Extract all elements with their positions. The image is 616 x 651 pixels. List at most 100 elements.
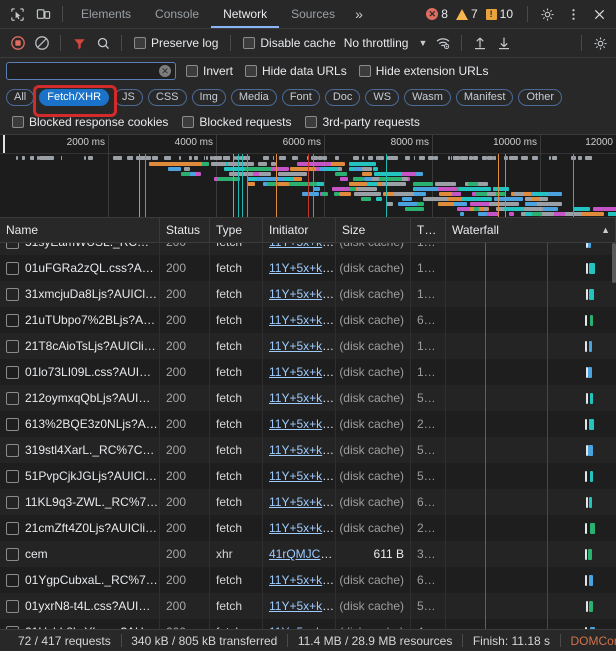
tab-elements[interactable]: Elements — [69, 0, 143, 28]
row-checkbox[interactable] — [6, 287, 19, 301]
throttling-select[interactable]: No throttling ▼ — [344, 36, 432, 50]
initiator-link[interactable]: 11Y+5x+kk… — [269, 417, 335, 431]
blocked-requests-checkbox[interactable]: Blocked requests — [182, 115, 291, 129]
device-toolbar-icon[interactable] — [30, 2, 56, 26]
row-checkbox[interactable] — [6, 495, 19, 509]
column-header-time[interactable]: T… — [411, 218, 446, 242]
third-party-requests-checkbox[interactable]: 3rd-party requests — [305, 115, 420, 129]
table-row[interactable]: 21uTUbpo7%2BLjs?A… 200 fetch 11Y+5x+kk… (dis… — [0, 307, 616, 333]
error-counter[interactable]: ✕ 8 — [426, 7, 448, 21]
clear-filter-icon[interactable]: ✕ — [159, 65, 171, 77]
more-options-icon[interactable] — [560, 2, 586, 26]
table-row[interactable]: 21T8cAioTsLjs?AUIClie… 200 fetch 11Y+5x+kk…… — [0, 333, 616, 359]
filter-pill-wasm[interactable]: Wasm — [404, 88, 451, 106]
filter-button[interactable] — [67, 31, 91, 55]
column-header-name[interactable]: Name — [0, 218, 160, 242]
preserve-log-checkbox[interactable]: Preserve log — [134, 36, 218, 50]
initiator-link[interactable]: 11Y+5x+kk… — [269, 339, 335, 353]
vertical-scrollbar[interactable] — [612, 243, 616, 283]
initiator-link[interactable]: 11Y+5x+kk… — [269, 287, 335, 301]
initiator-link[interactable]: 11Y+5x+kk… — [269, 599, 335, 613]
row-checkbox[interactable] — [6, 521, 19, 535]
row-checkbox[interactable] — [6, 547, 19, 561]
close-icon[interactable] — [586, 2, 612, 26]
filter-input-wrapper[interactable]: ✕ — [6, 62, 176, 80]
filter-pill-manifest[interactable]: Manifest — [455, 88, 514, 106]
table-row[interactable]: 21cmZft4Z0Ljs?AUICli… 200 fetch 11Y+5x+kk…(… — [0, 515, 616, 541]
tab-console[interactable]: Console — [143, 0, 211, 28]
network-settings-icon[interactable] — [588, 31, 612, 55]
row-checkbox[interactable] — [6, 599, 19, 613]
inspect-element-icon[interactable] — [4, 2, 30, 26]
row-checkbox[interactable] — [6, 339, 19, 353]
filter-pill-fetch-xhr[interactable]: Fetch/XHR — [39, 88, 110, 106]
blocked-response-cookies-checkbox[interactable]: Blocked response cookies — [12, 115, 168, 129]
initiator-link[interactable]: 11Y+5x+kk… — [269, 521, 335, 535]
import-har-icon[interactable] — [468, 31, 492, 55]
requests-table-body[interactable]: 51syEamWUSL._RC%7…200fetch11Y+5x+kk…(dis… — [0, 243, 616, 629]
table-row[interactable]: 319stl4XarL._RC%7C01… 200 fetch 11Y+5x+kk…(… — [0, 437, 616, 463]
row-checkbox[interactable] — [6, 469, 19, 483]
column-header-type[interactable]: Type — [210, 218, 263, 242]
export-har-icon[interactable] — [492, 31, 516, 55]
gear-icon[interactable] — [534, 2, 560, 26]
row-checkbox[interactable] — [6, 365, 19, 379]
initiator-link[interactable]: 41rQMJCp… — [269, 547, 335, 561]
row-checkbox[interactable] — [6, 417, 19, 431]
filter-pill-all[interactable]: All — [6, 88, 35, 106]
network-overview-timeline[interactable]: 2000 ms 4000 ms 6000 ms 8000 ms 10000 ms… — [0, 135, 616, 218]
initiator-link[interactable]: 11Y+5x+kk… — [269, 469, 335, 483]
info-counter[interactable]: ! 10 — [485, 7, 513, 21]
initiator-link[interactable]: 11Y+5x+kk… — [269, 391, 335, 405]
filter-pill-other[interactable]: Other — [518, 88, 562, 106]
column-header-initiator[interactable]: Initiator — [263, 218, 336, 242]
initiator-link[interactable]: 11Y+5x+kk… — [269, 243, 335, 249]
clear-button[interactable] — [30, 31, 54, 55]
table-row[interactable]: 01YgpCubxaL._RC%7C… 200 fetch 11Y+5x+kk… (di… — [0, 567, 616, 593]
filter-pill-media[interactable]: Media — [230, 88, 277, 106]
record-button[interactable] — [6, 31, 30, 55]
table-row[interactable]: cem 200 xhr 41rQMJCp… 611 B 3… — [0, 541, 616, 567]
table-row[interactable]: 01lo73LI09L.css?AUICli… 200 fetch 11Y+5x+kk… — [0, 359, 616, 385]
row-checkbox[interactable] — [6, 391, 19, 405]
invert-checkbox[interactable]: Invert — [186, 64, 233, 78]
filter-input[interactable] — [11, 64, 159, 78]
hide-data-urls-checkbox[interactable]: Hide data URLs — [245, 64, 347, 78]
search-button[interactable] — [91, 31, 115, 55]
table-row[interactable]: 31xmcjuDa8Ljs?AUICli… 200 fetch 11Y+5x+kk…(… — [0, 281, 616, 307]
filter-pill-img[interactable]: Img — [191, 88, 226, 106]
column-header-waterfall[interactable]: Waterfall ▲ — [446, 218, 616, 242]
table-row[interactable]: 01yxrN8-t4L.css?AUICl… 200 fetch 11Y+5x+kk…… — [0, 593, 616, 619]
initiator-link[interactable]: 11Y+5x+kk… — [269, 573, 335, 587]
hide-extension-urls-checkbox[interactable]: Hide extension URLs — [358, 64, 488, 78]
network-conditions-icon[interactable] — [431, 31, 455, 55]
table-row[interactable]: 21Uxhb8lwYL.css?AUI…200fetch 11Y+5x+kk…(d… — [0, 619, 616, 629]
column-header-status[interactable]: Status — [160, 218, 210, 242]
filter-pill-doc[interactable]: Doc — [324, 88, 361, 106]
initiator-link[interactable]: 11Y+5x+kk… — [269, 625, 335, 629]
table-row[interactable]: 11KL9q3-ZWL._RC%7C… 200 fetch 11Y+5x+kk… (di… — [0, 489, 616, 515]
initiator-link[interactable]: 11Y+5x+kk… — [269, 495, 335, 509]
table-row[interactable]: 01uFGRa2zQL.css?AUI… 200 fetch 11Y+5x+kk… (d… — [0, 255, 616, 281]
row-checkbox[interactable] — [6, 625, 19, 629]
more-tabs-button[interactable]: » — [347, 0, 371, 28]
filter-pill-css[interactable]: CSS — [147, 88, 187, 106]
column-header-size[interactable]: Size — [336, 218, 411, 242]
initiator-link[interactable]: 11Y+5x+kk… — [269, 443, 335, 457]
initiator-link[interactable]: 11Y+5x+kk… — [269, 261, 335, 275]
row-checkbox[interactable] — [6, 573, 19, 587]
row-checkbox[interactable] — [6, 313, 19, 327]
table-row[interactable]: 51PvpCjkJGLjs?AUICli… 200 fetch 11Y+5x+kk…(… — [0, 463, 616, 489]
table-row[interactable]: 212oymxqQbLjs?AUIC… 200 fetch 11Y+5x+kk… (di… — [0, 385, 616, 411]
row-checkbox[interactable] — [6, 243, 19, 249]
row-checkbox[interactable] — [6, 261, 19, 275]
initiator-link[interactable]: 11Y+5x+kk… — [269, 365, 335, 379]
table-row[interactable]: 613%2BQE3z0NLjs?A… 200 fetch 11Y+5x+kk… (dis… — [0, 411, 616, 437]
tab-network[interactable]: Network — [211, 0, 280, 28]
initiator-link[interactable]: 11Y+5x+kk… — [269, 313, 335, 327]
filter-pill-font[interactable]: Font — [281, 88, 320, 106]
filter-pill-js[interactable]: JS — [114, 88, 143, 106]
table-row[interactable]: 51syEamWUSL._RC%7…200fetch 11Y+5x+kk…(dis… — [0, 243, 616, 255]
filter-pill-ws[interactable]: WS — [365, 88, 400, 106]
disable-cache-checkbox[interactable]: Disable cache — [243, 36, 336, 50]
